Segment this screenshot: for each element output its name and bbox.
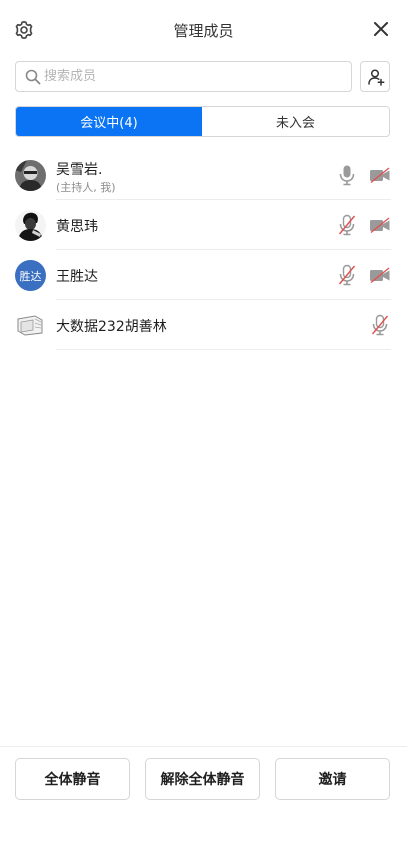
search-row (15, 61, 390, 92)
member-list: 吴雪岩. (主持人, 我) 黄思玮 胜达 王胜达 大数据232胡善林 (0, 150, 407, 350)
search-icon (25, 69, 41, 85)
row-divider (56, 349, 391, 350)
microphone-icon[interactable] (338, 164, 356, 186)
avatar (15, 210, 46, 241)
page-title: 管理成员 (173, 22, 234, 40)
footer-actions: 全体静音 解除全体静音 邀请 (0, 746, 407, 843)
camera-off-icon[interactable] (369, 217, 391, 233)
member-tabs: 会议中(4) 未入会 (15, 106, 390, 137)
avatar: 胜达 (15, 260, 46, 291)
member-name: 吴雪岩. (56, 162, 103, 178)
member-name: 大数据232胡善林 (56, 319, 167, 335)
search-box[interactable] (15, 61, 352, 92)
camera-off-icon[interactable] (369, 267, 391, 283)
tab-not-joined[interactable]: 未入会 (202, 107, 389, 136)
avatar (15, 310, 46, 341)
add-user-icon (368, 69, 385, 86)
microphone-muted-icon[interactable] (338, 264, 356, 286)
mute-all-button[interactable]: 全体静音 (15, 758, 130, 800)
panel-header: 管理成员 (0, 0, 407, 60)
member-role: (主持人, 我) (56, 181, 116, 194)
camera-off-icon[interactable] (369, 167, 391, 183)
microphone-muted-icon[interactable] (371, 314, 389, 336)
microphone-muted-icon[interactable] (338, 214, 356, 236)
tab-in-meeting[interactable]: 会议中(4) (16, 107, 202, 136)
member-row[interactable]: 黄思玮 (0, 200, 407, 250)
member-name: 王胜达 (56, 269, 98, 285)
member-name: 黄思玮 (56, 219, 98, 235)
member-row[interactable]: 吴雪岩. (主持人, 我) (0, 150, 407, 200)
unmute-all-button[interactable]: 解除全体静音 (145, 758, 260, 800)
search-input[interactable] (44, 62, 344, 91)
add-member-button[interactable] (360, 61, 390, 92)
member-row[interactable]: 胜达 王胜达 (0, 250, 407, 300)
avatar (15, 160, 46, 191)
close-icon[interactable] (373, 21, 389, 37)
member-row[interactable]: 大数据232胡善林 (0, 300, 407, 350)
invite-button[interactable]: 邀请 (275, 758, 390, 800)
